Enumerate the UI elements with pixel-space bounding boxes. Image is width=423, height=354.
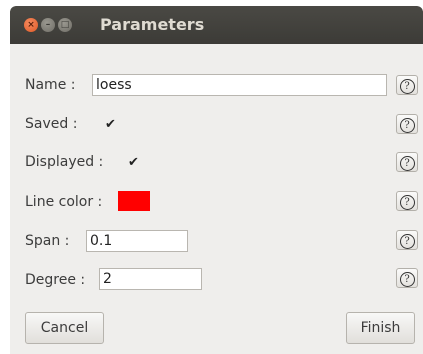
- finish-button[interactable]: Finish: [346, 312, 415, 344]
- span-help-button[interactable]: ?: [396, 230, 418, 250]
- help-icon: ?: [399, 156, 415, 171]
- saved-help-button[interactable]: ?: [396, 114, 418, 134]
- help-icon: ?: [399, 79, 415, 94]
- cancel-button[interactable]: Cancel: [25, 312, 104, 344]
- minimize-window-button[interactable]: –: [41, 18, 55, 32]
- line-color-help-button[interactable]: ?: [396, 191, 418, 211]
- maximize-window-button[interactable]: □: [58, 18, 72, 32]
- line-color-swatch[interactable]: [118, 191, 150, 211]
- close-window-button[interactable]: ×: [24, 18, 38, 32]
- displayed-help-button[interactable]: ?: [396, 152, 418, 172]
- degree-input[interactable]: 2: [99, 268, 202, 290]
- window-title: Parameters: [100, 15, 205, 34]
- degree-help-button[interactable]: ?: [396, 268, 418, 288]
- title-bar: × – □ Parameters: [10, 6, 423, 44]
- saved-label: Saved :: [25, 116, 78, 132]
- help-icon: ?: [399, 272, 415, 287]
- name-input[interactable]: loess: [92, 74, 387, 96]
- help-icon: ?: [399, 234, 415, 249]
- parameters-dialog: × – □ Parameters Name : loess ? Saved : …: [10, 6, 423, 354]
- line-color-label: Line color :: [25, 194, 103, 210]
- displayed-checkbox[interactable]: ✔: [128, 156, 140, 169]
- help-icon: ?: [399, 195, 415, 210]
- saved-checkbox[interactable]: ✔: [105, 118, 117, 131]
- degree-label: Degree :: [25, 272, 86, 288]
- span-label: Span :: [25, 233, 70, 249]
- help-icon: ?: [399, 118, 415, 133]
- name-help-button[interactable]: ?: [396, 75, 418, 95]
- displayed-label: Displayed :: [25, 154, 104, 170]
- span-input[interactable]: 0.1: [86, 230, 188, 252]
- name-label: Name :: [25, 77, 76, 93]
